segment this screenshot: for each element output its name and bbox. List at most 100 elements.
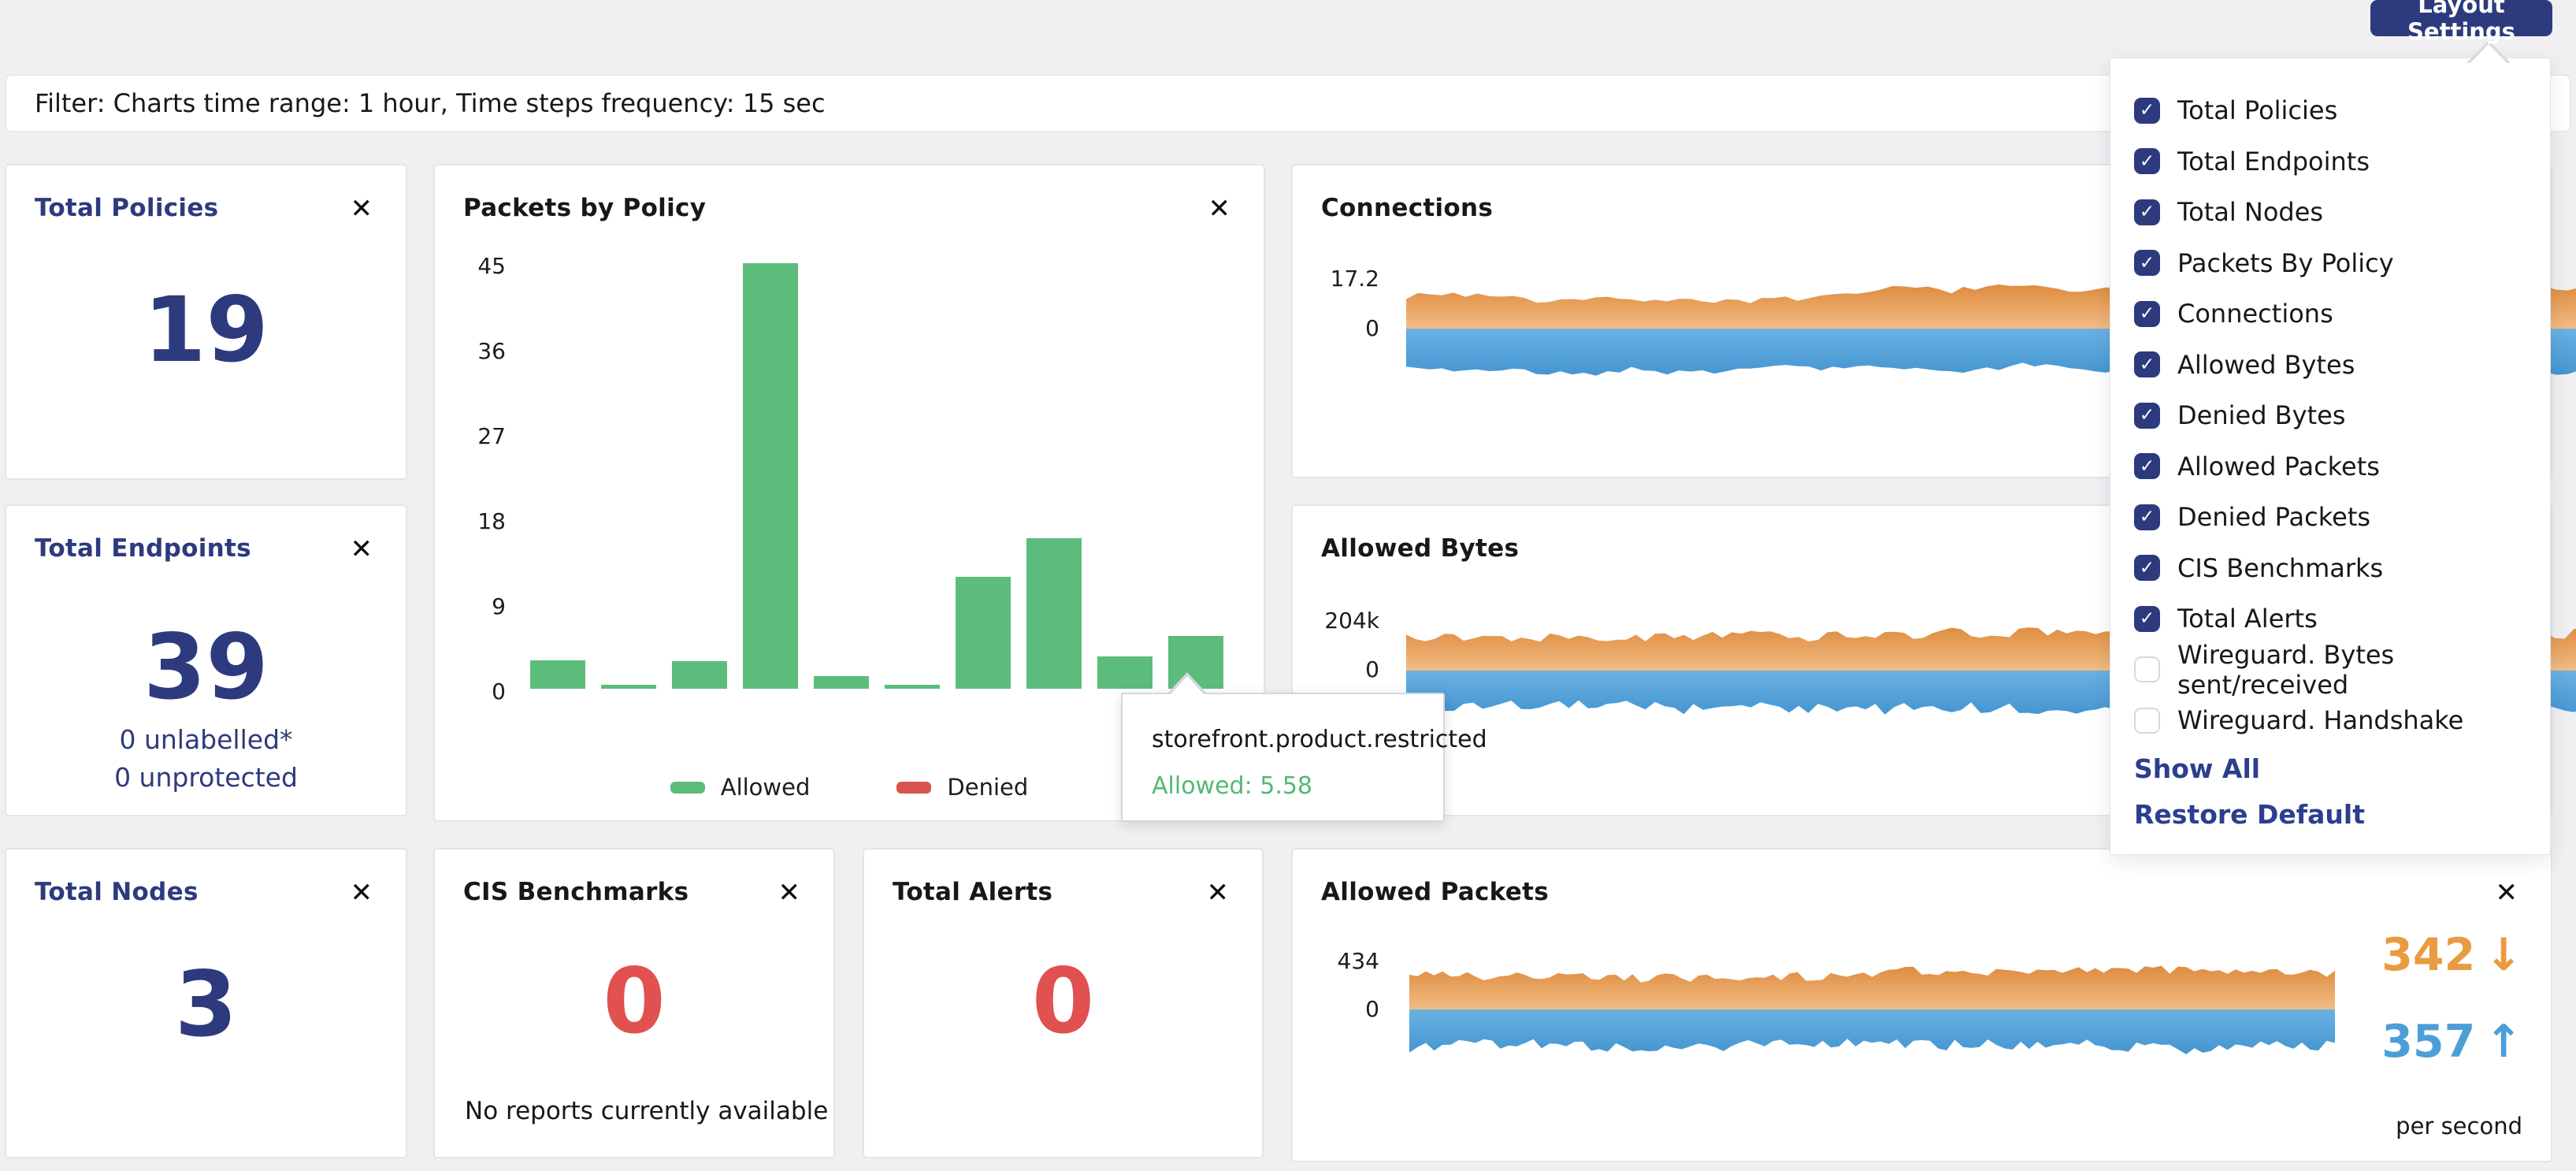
unchecked-checkbox-icon[interactable] (2134, 708, 2160, 734)
close-icon[interactable]: ✕ (2496, 879, 2518, 906)
layout-menu-item-label: Wireguard. Handshake (2177, 705, 2463, 735)
layout-menu-item-total-endpoints[interactable]: ✓Total Endpoints (2134, 136, 2550, 188)
arrow-down-icon: ↓ (2485, 933, 2522, 978)
bar-allowed-policy-4[interactable] (743, 263, 798, 689)
layout-menu-item-denied-packets[interactable]: ✓ Denied Packets (2134, 492, 2550, 543)
checked-checkbox-icon[interactable]: ✓ (2134, 351, 2160, 377)
checked-checkbox-icon[interactable]: ✓ (2134, 301, 2160, 327)
layout-menu-item-label: Denied Packets (2177, 502, 2370, 532)
card-allowed-packets: Allowed Packets ✕ 434 0 342 ↓ 357 ↑ per … (1291, 848, 2552, 1162)
bar-allowed-policy-2[interactable] (601, 685, 656, 689)
packets-received-value: 342 (2381, 933, 2475, 978)
per-second-label: per second (2396, 1113, 2522, 1139)
checked-checkbox-icon[interactable]: ✓ (2134, 148, 2160, 174)
legend-label-allowed: Allowed (721, 774, 811, 801)
checked-checkbox-icon[interactable]: ✓ (2134, 504, 2160, 530)
allowed-packets-ymax-label: 434 (1308, 948, 1379, 975)
tooltip-policy-name: storefront.product.restricted (1152, 726, 1443, 753)
allowed-bytes-ymax-label: 204k (1308, 608, 1379, 634)
card-total-policies: Total Policies ✕ 19 2 unused policies 0 … (5, 164, 407, 480)
close-icon[interactable]: ✕ (778, 879, 801, 906)
checked-checkbox-icon[interactable]: ✓ (2134, 555, 2160, 581)
card-title-total-policies: Total Policies (35, 194, 218, 222)
total-alerts-value: 0 (864, 957, 1262, 1046)
layout-menu-item-total-nodes[interactable]: ✓ Total Nodes (2134, 187, 2550, 238)
layout-menu-item-denied-bytes[interactable]: ✓ Denied Bytes (2134, 390, 2550, 441)
denied-swatch-icon (896, 782, 931, 794)
layout-menu-item-wireguard-handshake[interactable]: Wireguard. Handshake (2134, 695, 2550, 746)
checked-checkbox-icon[interactable]: ✓ (2134, 606, 2160, 632)
bar-allowed-policy-3[interactable] (672, 661, 727, 689)
card-title-total-endpoints: Total Endpoints (35, 534, 251, 563)
layout-menu-item-label: Allowed Bytes (2177, 350, 2355, 380)
checked-checkbox-icon[interactable]: ✓ (2134, 250, 2160, 276)
layout-menu-item-allowed-bytes[interactable]: ✓ Allowed Bytes (2134, 340, 2550, 391)
y-tick-label: 9 (451, 593, 506, 620)
card-title-total-alerts: Total Alerts (893, 878, 1052, 906)
card-total-nodes: Total Nodes ✕ 3 (5, 848, 407, 1158)
layout-menu-item-total-policies[interactable]: ✓Total Policies (2134, 85, 2550, 136)
checked-checkbox-icon[interactable]: ✓ (2134, 199, 2160, 225)
layout-menu-item-label: Total Nodes (2177, 197, 2323, 227)
packets-sent-value: 357 (2381, 1020, 2475, 1065)
layout-menu-item-total-alerts[interactable]: ✓Total Alerts (2134, 593, 2550, 645)
legend-item-denied: Denied (896, 774, 1028, 801)
card-total-alerts: Total Alerts ✕ 0 (863, 848, 1264, 1158)
cis-benchmarks-value: 0 (435, 957, 833, 1046)
bar-allowed-policy-6[interactable] (885, 685, 940, 689)
unchecked-checkbox-icon[interactable] (2134, 656, 2160, 682)
card-title-allowed-packets: Allowed Packets (1321, 878, 1549, 906)
card-title-allowed-bytes: Allowed Bytes (1321, 534, 1519, 563)
bar-allowed-policy-1[interactable] (530, 660, 585, 689)
show-all-link[interactable]: Show All (2134, 746, 2550, 792)
checked-checkbox-icon[interactable]: ✓ (2134, 453, 2160, 479)
layout-menu-item-label: Denied Bytes (2177, 400, 2345, 430)
card-title-packets-by-policy: Packets by Policy (463, 194, 706, 222)
y-tick-label: 45 (451, 253, 506, 280)
close-icon[interactable]: ✕ (351, 879, 373, 906)
card-total-endpoints: Total Endpoints ✕ 39 0 unlabelled* 0 unp… (5, 504, 407, 816)
layout-settings-button[interactable]: Layout Settings (2370, 0, 2552, 36)
allowed-bytes-zero-label: 0 (1308, 656, 1379, 683)
total-policies-value: 19 (6, 285, 406, 375)
chart-tooltip: storefront.product.restricted Allowed: 5… (1121, 693, 1445, 822)
tooltip-allowed-value: Allowed: 5.58 (1152, 772, 1443, 800)
card-title-cis-benchmarks: CIS Benchmarks (463, 878, 689, 906)
bar-allowed-policy-5[interactable] (814, 676, 869, 689)
layout-menu-item-allowed-packets[interactable]: ✓Allowed Packets (2134, 441, 2550, 493)
total-nodes-value: 3 (6, 960, 406, 1050)
layout-menu-item-label: CIS Benchmarks (2177, 553, 2383, 583)
checked-checkbox-icon[interactable]: ✓ (2134, 403, 2160, 429)
close-icon[interactable]: ✕ (1208, 195, 1231, 222)
y-tick-label: 18 (451, 508, 506, 535)
layout-menu-item-connections[interactable]: ✓Connections (2134, 288, 2550, 340)
layout-settings-menu: ✓Total Policies✓Total Endpoints✓Total No… (2110, 58, 2551, 855)
menu-caret-icon (2469, 44, 2508, 65)
allowed-packets-area-chart (1409, 941, 2335, 1079)
close-icon[interactable]: ✕ (351, 195, 373, 222)
bar-allowed-policy-8[interactable] (1026, 538, 1082, 689)
legend-label-denied: Denied (947, 774, 1028, 801)
layout-menu-item-label: Packets By Policy (2177, 248, 2394, 278)
bar-allowed-policy-9[interactable] (1097, 656, 1153, 689)
arrow-up-icon: ↑ (2485, 1020, 2522, 1065)
y-tick-label: 27 (451, 423, 506, 450)
packets-received-stat: 342 ↓ (2381, 933, 2522, 978)
allowed-packets-zero-label: 0 (1308, 996, 1379, 1023)
layout-menu-item-cis-benchmarks[interactable]: ✓ CIS Benchmarks (2134, 543, 2550, 594)
bar-allowed-policy-7[interactable] (956, 577, 1011, 689)
restore-default-link[interactable]: Restore Default (2134, 792, 2550, 838)
connections-ymax-label: 17.2 (1308, 266, 1379, 292)
total-endpoints-unprotected: 0 unprotected (6, 764, 406, 790)
layout-menu-item-wireguard-bytes-sent-received[interactable]: Wireguard. Bytes sent/received (2134, 645, 2550, 696)
layout-menu-item-label: Wireguard. Bytes sent/received (2177, 640, 2550, 700)
y-tick-label: 0 (451, 678, 506, 705)
total-endpoints-value: 39 (6, 623, 406, 712)
cis-benchmarks-note: No reports currently available (465, 1097, 828, 1125)
close-icon[interactable]: ✕ (351, 536, 373, 563)
close-icon[interactable]: ✕ (1207, 879, 1230, 906)
layout-menu-item-packets-by-policy[interactable]: ✓ Packets By Policy (2134, 238, 2550, 289)
legend-item-allowed: Allowed (670, 774, 811, 801)
checked-checkbox-icon[interactable]: ✓ (2134, 98, 2160, 124)
y-tick-label: 36 (451, 338, 506, 365)
